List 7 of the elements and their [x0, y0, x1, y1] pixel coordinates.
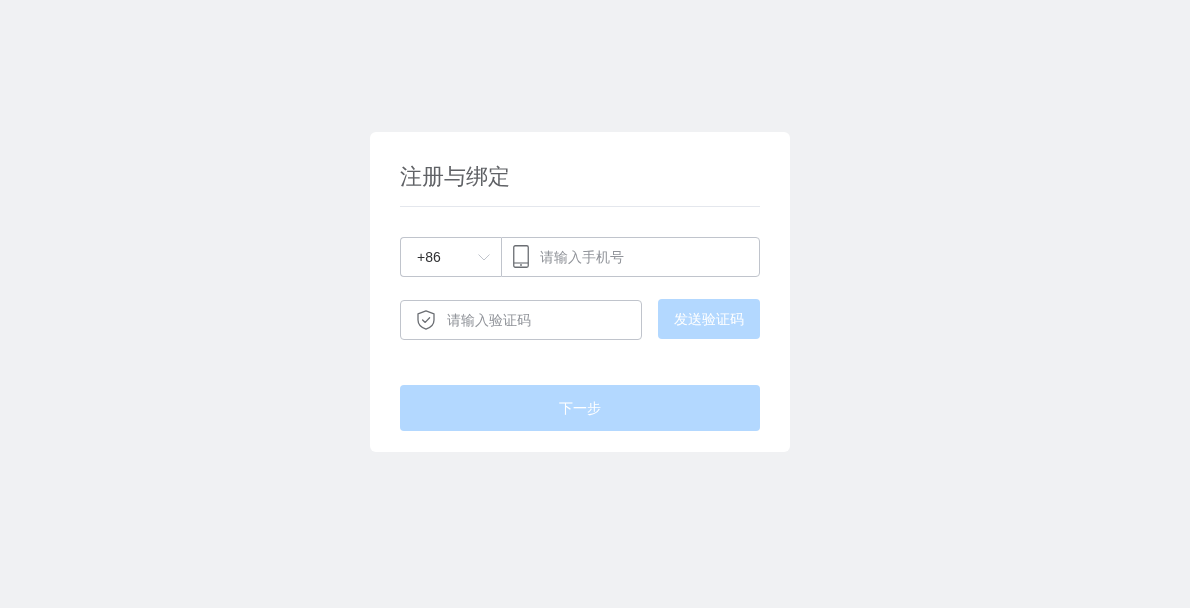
phone-input[interactable]: 请输入手机号	[501, 237, 760, 277]
chevron-down-icon	[478, 253, 490, 261]
country-code-select[interactable]: +86	[400, 237, 501, 277]
shield-check-icon	[417, 310, 435, 330]
verification-code-input[interactable]: 请输入验证码	[400, 300, 642, 340]
form-title: 注册与绑定	[400, 163, 510, 191]
phone-icon	[513, 245, 529, 268]
